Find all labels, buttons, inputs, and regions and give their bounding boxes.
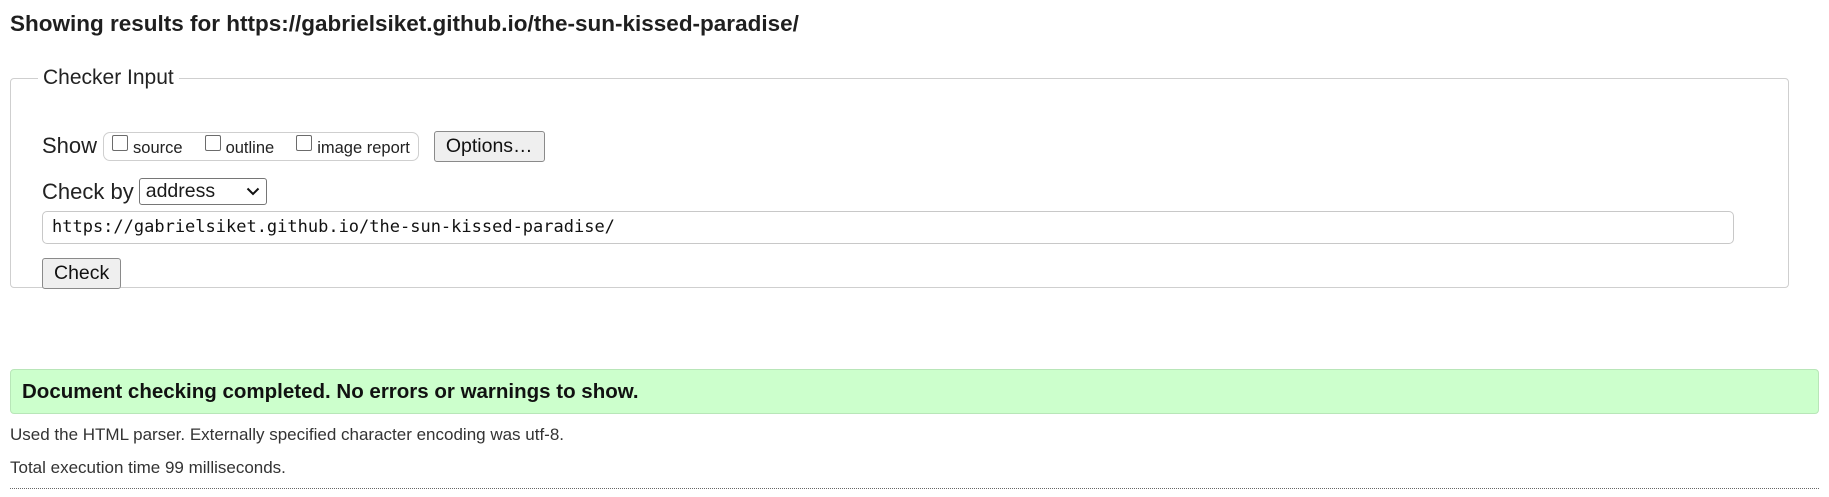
source-checkbox[interactable]	[112, 135, 129, 151]
source-checkbox-label: source	[133, 138, 183, 157]
show-label: Show	[42, 133, 98, 158]
show-row: Show source outline image report Options…	[42, 126, 545, 166]
image-report-checkbox-label: image report	[317, 138, 410, 157]
check-by-label: Check by	[42, 178, 134, 204]
check-button[interactable]: Check	[42, 258, 122, 289]
image-report-checkbox[interactable]	[296, 135, 313, 151]
checker-input-fieldset: Checker Input Show source outline image …	[10, 66, 1789, 289]
check-by-select[interactable]: address	[138, 178, 267, 205]
page-title: Showing results for https://gabrielsiket…	[10, 11, 799, 36]
checker-input-legend: Checker Input	[43, 66, 174, 89]
check-by-row: Check by address	[42, 178, 267, 205]
url-input[interactable]: https://gabrielsiket.github.io/the-sun-k…	[42, 211, 1734, 244]
show-options-group: source outline image report	[103, 131, 419, 161]
show-source-option[interactable]: source	[112, 135, 183, 157]
divider	[10, 488, 1819, 489]
show-outline-option[interactable]: outline	[204, 135, 275, 157]
options-button[interactable]: Options…	[433, 130, 545, 162]
show-image-report-option[interactable]: image report	[296, 135, 410, 157]
execution-time: Total execution time 99 milliseconds.	[10, 458, 286, 477]
chevron-down-icon	[246, 185, 260, 199]
success-message: Document checking completed. No errors o…	[10, 369, 1819, 414]
page: Showing results for https://gabrielsiket…	[0, 0, 1819, 289]
outline-checkbox-label: outline	[225, 138, 275, 157]
parser-info: Used the HTML parser. Externally specifi…	[10, 425, 565, 444]
outline-checkbox[interactable]	[204, 135, 221, 151]
check-by-selected-value: address	[145, 180, 216, 202]
